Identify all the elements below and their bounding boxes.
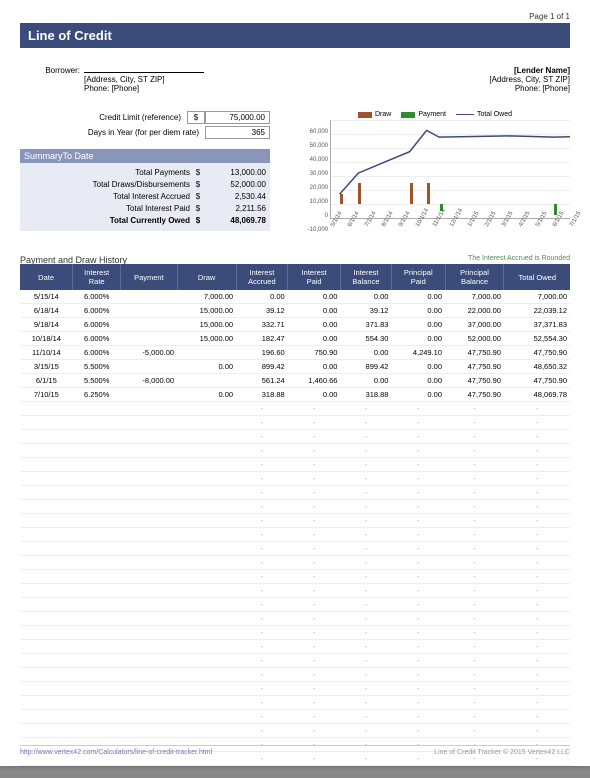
table-row: 10/18/146.000%15,000.00182.470.00554.300… [20, 332, 570, 346]
page-number: Page 1 of 1 [20, 12, 570, 21]
summary-header: SummaryTo Date [20, 149, 270, 163]
col-header: Draw [177, 264, 236, 290]
chart-bar [427, 183, 430, 204]
table-row: ------ [20, 444, 570, 458]
table-row: ------ [20, 542, 570, 556]
table-row: ------ [20, 724, 570, 738]
col-header: PrincipalPaid [391, 264, 445, 290]
lender-name: [Lender Name] [489, 66, 570, 75]
table-row: ------ [20, 472, 570, 486]
table-row: ------ [20, 682, 570, 696]
party-block: Borrower: [Address, City, ST ZIP] Phone:… [20, 66, 570, 93]
credit-limit-row: Credit Limit (reference) $ 75,000.00 [20, 111, 270, 124]
col-header: Payment [121, 264, 177, 290]
summary-row: Total Draws/Disbursements$52,000.00 [24, 179, 266, 191]
table-row: ------ [20, 584, 570, 598]
table-row: ------ [20, 528, 570, 542]
table-row: ------ [20, 514, 570, 528]
table-row: ------ [20, 458, 570, 472]
table-row: 11/10/146.000%-5,000.00196.60750.900.004… [20, 346, 570, 360]
summary-body: Total Payments$13,000.00Total Draws/Disb… [20, 163, 270, 231]
content: Page 1 of 1 Line of Credit Borrower: [Ad… [0, 0, 590, 778]
table-row: ------ [20, 570, 570, 584]
table-row: 7/10/156.250%0.00318.880.00318.880.0047,… [20, 388, 570, 402]
lender: [Lender Name] [Address, City, ST ZIP] Ph… [489, 66, 570, 93]
chart-bar [358, 183, 361, 204]
credit-limit-value[interactable]: 75,000.00 [205, 111, 270, 124]
table-row: 9/18/146.000%15,000.00332.710.00371.830.… [20, 318, 570, 332]
table-row: 6/18/146.000%15,000.0039.120.0039.120.00… [20, 304, 570, 318]
chart-bar [554, 204, 557, 215]
chart-svg [331, 120, 570, 218]
col-header: InterestAccrued [236, 264, 288, 290]
mid-section: Credit Limit (reference) $ 75,000.00 Day… [20, 111, 570, 241]
col-header: Total Owed [504, 264, 570, 290]
borrower-label: Borrower: [20, 66, 80, 75]
table-row: ------ [20, 626, 570, 640]
summary-row: Total Currently Owed$48,069.78 [24, 215, 266, 227]
table-row: ------ [20, 416, 570, 430]
footer-copyright: Line of Credit Tracker © 2015 Vertex42 L… [434, 749, 570, 756]
footer-url[interactable]: http://www.vertex42.com/Calculators/line… [20, 749, 212, 756]
chart-area [330, 120, 570, 219]
line-swatch-icon [456, 114, 474, 115]
borrower-phone: Phone: [Phone] [84, 84, 139, 93]
days-row: Days in Year (for per diem rate) 365 [20, 126, 270, 139]
col-header: Date [20, 264, 73, 290]
days-value[interactable]: 365 [205, 126, 270, 139]
legend-draw: Draw [358, 111, 391, 118]
table-row: ------ [20, 654, 570, 668]
chart-legend: Draw Payment Total Owed [300, 111, 570, 118]
chart-bar [410, 183, 413, 204]
history-table: DateInterestRatePaymentDrawInterestAccru… [20, 264, 570, 766]
payment-swatch-icon [401, 112, 415, 118]
chart-y-labels: 60,00050,00040,00030,00020,00010,0000-10… [300, 125, 328, 237]
table-row: ------ [20, 668, 570, 682]
table-body: 5/15/146.000%7,000.000.000.000.000.007,0… [20, 290, 570, 766]
table-row: ------ [20, 640, 570, 654]
table-header-row: DateInterestRatePaymentDrawInterestAccru… [20, 264, 570, 290]
lender-address: [Address, City, ST ZIP] [489, 75, 570, 84]
table-row: ------ [20, 500, 570, 514]
left-mid: Credit Limit (reference) $ 75,000.00 Day… [20, 111, 270, 231]
legend-total-owed: Total Owed [456, 111, 512, 118]
credit-limit-currency: $ [187, 111, 205, 124]
col-header: InterestPaid [288, 264, 341, 290]
table-row: ------ [20, 598, 570, 612]
page: Page 1 of 1 Line of Credit Borrower: [Ad… [0, 0, 590, 766]
summary-row: Total Payments$13,000.00 [24, 167, 266, 179]
borrower: Borrower: [Address, City, ST ZIP] Phone:… [20, 66, 204, 93]
chart-x-labels: 5/1/146/1/147/1/148/1/149/1/1410/1/1411/… [330, 219, 570, 231]
table-row: ------ [20, 556, 570, 570]
lender-phone: Phone: [Phone] [489, 84, 570, 93]
col-header: InterestBalance [340, 264, 391, 290]
table-row: ------ [20, 710, 570, 724]
table-row: ------ [20, 612, 570, 626]
col-header: InterestRate [73, 264, 121, 290]
col-header: PrincipalBalance [445, 264, 504, 290]
table-row: ------ [20, 696, 570, 710]
table-row: ------ [20, 430, 570, 444]
summary-row: Total Interest Paid$2,211.56 [24, 203, 266, 215]
table-row: ------ [20, 486, 570, 500]
days-label: Days in Year (for per diem rate) [88, 128, 199, 137]
legend-payment: Payment [401, 111, 446, 118]
summary-row: Total Interest Accrued$2,530.44 [24, 191, 266, 203]
table-row: 5/15/146.000%7,000.000.000.000.000.007,0… [20, 290, 570, 304]
chart: Draw Payment Total Owed 60,00050,00040,0… [300, 111, 570, 241]
page-title: Line of Credit [20, 23, 570, 48]
table-row: ------ [20, 402, 570, 416]
credit-limit-label: Credit Limit (reference) [99, 113, 181, 122]
borrower-address: [Address, City, ST ZIP] [84, 75, 165, 84]
table-row: 3/15/155.500%0.00899.420.00899.420.0047,… [20, 360, 570, 374]
footer: http://www.vertex42.com/Calculators/line… [20, 745, 570, 756]
draw-swatch-icon [358, 112, 372, 118]
table-row: 6/1/155.500%-8,000.00561.241,460.660.000… [20, 374, 570, 388]
chart-bar [340, 194, 343, 204]
